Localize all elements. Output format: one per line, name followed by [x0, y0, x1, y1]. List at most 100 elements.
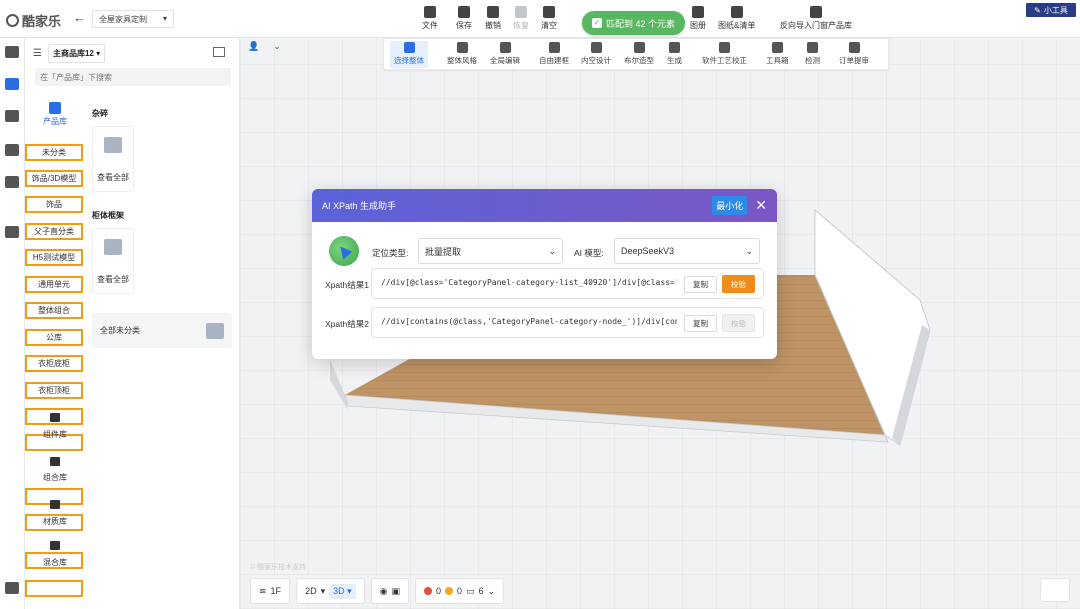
tool-style[interactable]: 整体风格: [447, 42, 477, 66]
menu-album[interactable]: 图册: [690, 6, 706, 31]
process-icon: [719, 42, 730, 53]
tool-check[interactable]: 检测: [805, 42, 820, 66]
small-tool-button[interactable]: ✎ 小工具: [1026, 3, 1076, 17]
category-item[interactable]: 公库: [25, 329, 83, 346]
drawing-list-icon: [730, 6, 743, 18]
user-icon[interactable]: [5, 144, 19, 156]
frame-icon: [548, 42, 560, 53]
chevron-down-icon[interactable]: ⌄: [273, 41, 281, 52]
eye-icon[interactable]: ◉: [380, 586, 388, 597]
check-target-icon: [807, 42, 818, 53]
view-user-area: 👤 ⌄: [248, 41, 281, 52]
category-item[interactable]: H5测试模型: [25, 249, 83, 266]
file-icon: [424, 6, 436, 18]
tool-order-submit[interactable]: 订单提审: [839, 42, 869, 66]
menu-redo[interactable]: 恢复: [513, 6, 529, 31]
chevron-down-icon: ▾: [162, 14, 167, 23]
section-title: 杂碎: [92, 109, 108, 118]
menu-undo[interactable]: 撤销: [485, 6, 501, 31]
tool-inner-design[interactable]: 内空设计: [581, 42, 611, 66]
verify-button[interactable]: 校验: [722, 275, 755, 293]
library-select[interactable]: 主商品库12 ▾: [47, 44, 106, 63]
airplane-icon[interactable]: [5, 110, 19, 122]
verify-button[interactable]: 校验: [722, 314, 755, 332]
minimize-button[interactable]: 最小化: [712, 196, 748, 215]
order-icon: [848, 42, 860, 53]
component-icon: [50, 413, 60, 422]
import-icon: [810, 6, 822, 18]
chevron-down-icon: ⌄: [745, 245, 753, 256]
folder-icon: [104, 239, 122, 255]
copy-pages-icon[interactable]: ▣: [392, 586, 401, 597]
app-logo[interactable]: 酷家乐: [6, 11, 61, 30]
ai-model-select[interactable]: DeepSeekV3 ⌄: [614, 238, 760, 264]
category-item-blank[interactable]: [25, 580, 83, 597]
tool-process-correct[interactable]: 软件工艺校正: [702, 42, 747, 66]
crown-icon[interactable]: [5, 78, 19, 90]
menu-drawing-list[interactable]: 图纸&清单: [718, 6, 755, 31]
category-item[interactable]: 衣柜底柜: [25, 355, 83, 372]
tool-select-whole[interactable]: 选择整体: [390, 41, 428, 68]
xpath-result-text[interactable]: //div[@class='CategoryPanel-category-lis…: [381, 278, 677, 287]
product-panel: ☰ 主商品库12 ▾ 产品库 未分类 饰品/3D模型 饰品 父子直分类 H5测试…: [25, 38, 240, 609]
tool-global-edit[interactable]: 全局编辑: [490, 42, 520, 66]
layout-toggle-icon[interactable]: [213, 47, 225, 57]
copy-button[interactable]: 复制: [684, 276, 717, 293]
view-3d-option[interactable]: 3D ▾: [329, 583, 356, 599]
chevron-down-icon: ⌄: [487, 585, 496, 596]
inner-icon: [590, 42, 602, 53]
menu-clear[interactable]: 清空: [541, 6, 557, 31]
category-item[interactable]: 饰品: [25, 196, 83, 213]
xpath-result-row: //div[contains(@class,'CategoryPanel-cat…: [371, 307, 764, 338]
category-item[interactable]: 衣柜顶柜: [25, 382, 83, 399]
ai-xpath-dialog: AI XPath 生成助手 最小化 ✕ 定位类型: 批量提取 ⌄ AI 模型: D…: [312, 189, 777, 359]
redo-icon: [515, 6, 527, 18]
watermark: © 酷家乐技术支持: [250, 564, 307, 571]
uncategorized-card[interactable]: 全部未分类: [92, 313, 232, 348]
dialog-title: AI XPath 生成助手: [322, 201, 397, 211]
dialog-header: AI XPath 生成助手 最小化 ✕: [312, 189, 777, 222]
category-item[interactable]: 未分类: [25, 144, 83, 161]
search-input[interactable]: [35, 68, 231, 86]
category-item[interactable]: 饰品/3D模型: [25, 170, 83, 187]
project-select[interactable]: 全屋家具定制 ▾: [92, 10, 174, 28]
locate-type-select[interactable]: 批量提取 ⌄: [418, 238, 563, 264]
menu-reverse-import[interactable]: 反向导入门窗产品库: [780, 6, 852, 31]
xpath-result-text[interactable]: //div[contains(@class,'CategoryPanel-cat…: [381, 317, 677, 326]
list-icon[interactable]: ☰: [33, 48, 42, 59]
menu-file[interactable]: 文件: [422, 6, 438, 31]
view-2d-option[interactable]: 2D: [305, 586, 317, 596]
folder-icon: [104, 137, 122, 153]
tab-product-library[interactable]: 产品库: [40, 102, 70, 127]
user-icon[interactable]: 👤: [248, 41, 259, 52]
edit-icon: [499, 42, 511, 53]
close-icon[interactable]: ✕: [755, 197, 767, 214]
view-all-card[interactable]: 查看全部: [92, 228, 134, 294]
tool-generate[interactable]: 生成: [667, 42, 682, 66]
status-counts[interactable]: 0 0 ▭ 6 ⌄: [415, 578, 505, 604]
floor-button[interactable]: ≋ 1F: [250, 578, 291, 604]
category-item[interactable]: 父子直分类: [25, 223, 83, 240]
bottom-controls: ≋ 1F 2D ▾ 3D ▾ ◉ ▣ 0 0 ▭ 6 ⌄: [250, 577, 505, 605]
view-all-card[interactable]: 查看全部: [92, 126, 134, 192]
puzzle-icon[interactable]: [5, 226, 19, 238]
tool-boolean-shape[interactable]: 布尔造型: [624, 42, 654, 66]
visibility-controls[interactable]: ◉ ▣: [370, 578, 410, 604]
select-icon: [403, 42, 415, 53]
menu-save[interactable]: 保存: [456, 6, 472, 31]
category-item[interactable]: 通用单元: [25, 276, 83, 293]
sofa-icon[interactable]: [5, 46, 19, 58]
tool-toolbox[interactable]: 工具箱: [766, 42, 789, 66]
xpath-result-row: //div[@class='CategoryPanel-category-lis…: [371, 268, 764, 299]
back-arrow-icon[interactable]: ←: [73, 10, 86, 25]
view-mode-toggle[interactable]: 2D ▾ 3D ▾: [296, 578, 365, 604]
settings-toggle-icon[interactable]: [1040, 578, 1070, 602]
keyboard-icon[interactable]: [5, 582, 19, 594]
copy-button[interactable]: 复制: [684, 315, 717, 332]
category-item[interactable]: 整体组合: [25, 302, 83, 319]
toolbox-icon: [771, 42, 783, 53]
pin-icon: ✎: [1034, 5, 1041, 15]
cabinet-icon[interactable]: [5, 176, 19, 188]
save-icon: [458, 6, 470, 18]
tool-free-frame[interactable]: 自由建框: [539, 42, 569, 66]
